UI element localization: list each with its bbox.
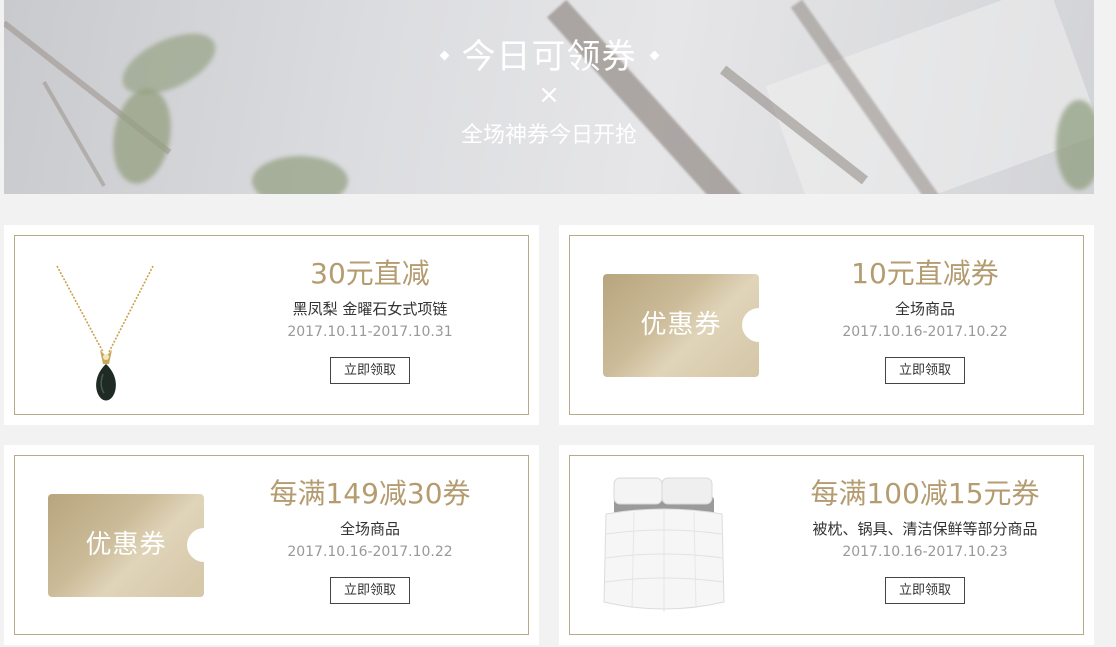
coupon-date: 2017.10.16-2017.10.22 <box>842 324 1008 340</box>
claim-button[interactable]: 立即领取 <box>885 357 965 384</box>
coupon-card-border: 30元直减 黑凤梨 金曜石女式项链 2017.10.11-2017.10.31 … <box>14 235 529 415</box>
claim-button[interactable]: 立即领取 <box>885 577 965 604</box>
banner-subtitle: 全场神券今日开抢 <box>460 123 637 148</box>
coupon-card: 优惠券 每满149减30券 全场商品 2017.10.16-2017.10.22… <box>4 445 539 645</box>
coupon-card-border: 优惠券 每满149减30券 全场商品 2017.10.16-2017.10.22… <box>14 455 529 635</box>
voucher-label: 优惠券 <box>85 530 167 560</box>
coupon-title: 每满149减30券 <box>269 477 471 510</box>
coupon-page: 今日可领券 × 全场神券今日开抢 30元直减 黑凤梨 金曜石女式项链 2017.… <box>0 0 1116 647</box>
coupon-card-border: 优惠券 10元直减券 全场商品 2017.10.16-2017.10.22 立即… <box>569 235 1084 415</box>
coupon-card: 每满100减15元券 被枕、锅具、清洁保鲜等部分商品 2017.10.16-20… <box>559 445 1094 645</box>
coupon-card-border: 每满100减15元券 被枕、锅具、清洁保鲜等部分商品 2017.10.16-20… <box>569 455 1084 635</box>
voucher-graphic: 优惠券 <box>603 274 759 377</box>
coupon-info: 每满100减15元券 被枕、锅具、清洁保鲜等部分商品 2017.10.16-20… <box>800 474 1050 604</box>
claim-button[interactable]: 立即领取 <box>330 357 410 384</box>
diamond-icon <box>439 50 449 61</box>
voucher-label: 优惠券 <box>640 310 722 340</box>
coupon-date: 2017.10.11-2017.10.31 <box>287 324 453 340</box>
coupon-info: 每满149减30券 全场商品 2017.10.16-2017.10.22 立即领… <box>245 474 495 604</box>
banner-title-row: 今日可领券 <box>4 34 1094 80</box>
coupon-desc: 全场商品 <box>894 300 955 318</box>
coupon-title: 30元直减 <box>310 257 430 290</box>
coupon-desc: 全场商品 <box>339 520 400 538</box>
coupon-title: 每满100减15元券 <box>810 477 1040 510</box>
coupon-date: 2017.10.16-2017.10.22 <box>287 544 453 560</box>
banner-x-mark: × <box>538 80 560 110</box>
coupon-info: 10元直减券 全场商品 2017.10.16-2017.10.22 立即领取 <box>820 254 1030 384</box>
voucher-graphic: 优惠券 <box>48 494 204 597</box>
coupon-card: 30元直减 黑凤梨 金曜石女式项链 2017.10.11-2017.10.31 … <box>4 225 539 425</box>
coupon-date: 2017.10.16-2017.10.23 <box>842 544 1008 560</box>
banner: 今日可领券 × 全场神券今日开抢 <box>4 0 1094 194</box>
coupon-card: 优惠券 10元直减券 全场商品 2017.10.16-2017.10.22 立即… <box>559 225 1094 425</box>
coupon-title: 10元直减券 <box>851 257 999 290</box>
coupon-info: 30元直减 黑凤梨 金曜石女式项链 2017.10.11-2017.10.31 … <box>265 254 475 384</box>
bedding-image <box>603 477 725 612</box>
banner-title: 今日可领券 <box>461 37 637 77</box>
claim-button[interactable]: 立即领取 <box>330 577 410 604</box>
coupon-desc: 黑凤梨 金曜石女式项链 <box>292 300 448 318</box>
necklace-image <box>56 265 154 401</box>
diamond-icon <box>649 50 659 61</box>
coupon-desc: 被枕、锅具、清洁保鲜等部分商品 <box>812 520 1038 538</box>
